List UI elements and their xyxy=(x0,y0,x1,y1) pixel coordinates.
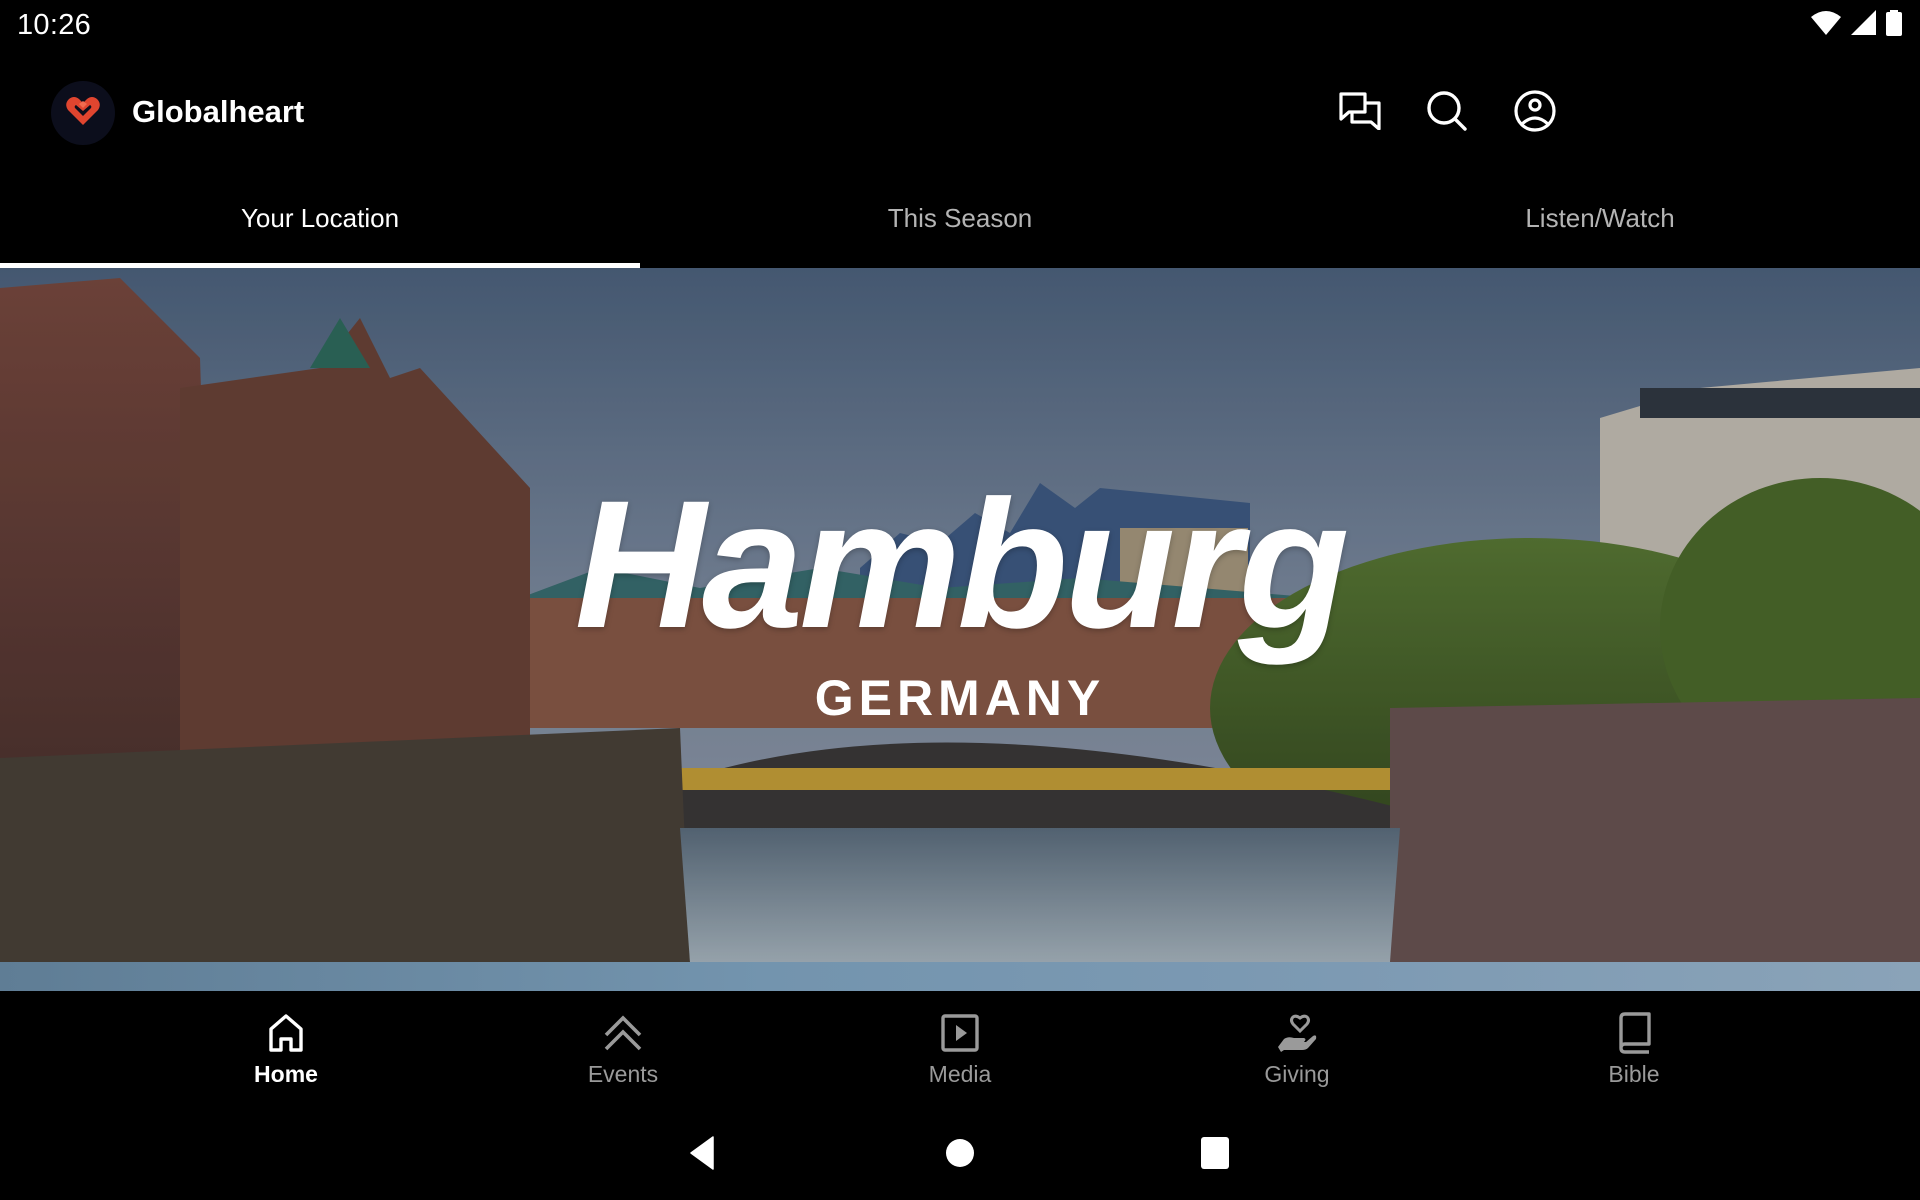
next-card-peek[interactable] xyxy=(0,962,1920,991)
nav-item-media[interactable]: Media xyxy=(792,991,1129,1110)
globalheart-logo-icon xyxy=(66,96,100,131)
search-button[interactable] xyxy=(1419,85,1475,141)
tab-this-season[interactable]: This Season xyxy=(640,176,1280,268)
app-bar: Globalheart xyxy=(0,50,1920,176)
recents-square-icon xyxy=(1201,1136,1229,1174)
chat-bubbles-icon xyxy=(1339,91,1381,135)
top-tabs: Your Location This Season Listen/Watch xyxy=(0,176,1920,268)
nav-label: Giving xyxy=(1264,1061,1330,1087)
system-navigation-bar xyxy=(0,1110,1920,1200)
cellular-signal-icon xyxy=(1851,10,1876,40)
messages-button[interactable] xyxy=(1332,85,1388,141)
tab-your-location[interactable]: Your Location xyxy=(0,176,640,268)
tab-label: Listen/Watch xyxy=(1525,202,1675,233)
tab-listen-watch[interactable]: Listen/Watch xyxy=(1280,176,1920,268)
account-button[interactable] xyxy=(1507,85,1563,141)
nav-label: Media xyxy=(928,1061,992,1087)
location-hero-card[interactable]: Hamburg GERMANY xyxy=(0,268,1920,962)
nav-item-giving[interactable]: Giving xyxy=(1129,991,1466,1110)
hand-heart-icon xyxy=(1275,1011,1319,1055)
content-feed[interactable]: Hamburg GERMANY xyxy=(0,268,1920,991)
tab-label: Your Location xyxy=(240,202,400,233)
app-logo[interactable] xyxy=(51,81,115,145)
nav-label: Bible xyxy=(1608,1061,1660,1087)
system-recents-button[interactable] xyxy=(1185,1132,1245,1178)
home-circle-icon xyxy=(945,1138,975,1173)
wifi-icon xyxy=(1811,10,1841,40)
double-chevron-up-icon xyxy=(601,1011,645,1055)
hero-title: Hamburg xyxy=(574,462,1350,666)
search-icon xyxy=(1426,90,1468,137)
app-title: Globalheart xyxy=(132,94,305,129)
back-triangle-icon xyxy=(690,1135,714,1175)
status-time: 10:26 xyxy=(17,9,92,41)
bottom-navigation: Home Events Media Giving Bible xyxy=(0,991,1920,1110)
battery-icon xyxy=(1886,9,1902,41)
status-bar: 10:26 xyxy=(0,0,1920,50)
hero-subtitle: GERMANY xyxy=(814,670,1106,726)
nav-item-events[interactable]: Events xyxy=(455,991,792,1110)
book-icon xyxy=(1612,1011,1656,1055)
account-circle-icon xyxy=(1514,89,1556,137)
nav-item-bible[interactable]: Bible xyxy=(1466,991,1803,1110)
nav-label: Home xyxy=(254,1061,318,1087)
status-icons xyxy=(1811,9,1902,41)
system-home-button[interactable] xyxy=(930,1132,990,1178)
system-back-button[interactable] xyxy=(672,1132,732,1178)
home-icon xyxy=(264,1011,308,1055)
nav-label: Events xyxy=(587,1061,659,1087)
tab-label: This Season xyxy=(887,202,1033,233)
play-box-icon xyxy=(938,1011,982,1055)
nav-item-home[interactable]: Home xyxy=(118,991,455,1110)
